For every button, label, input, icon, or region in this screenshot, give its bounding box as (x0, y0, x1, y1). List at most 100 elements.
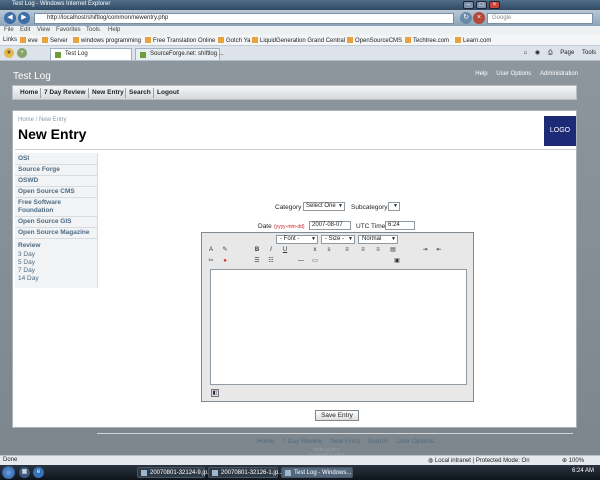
justify-icon[interactable]: ▤ (389, 246, 397, 254)
nav-7-day-review[interactable]: 7 Day Review (44, 89, 86, 96)
nav-new-entry[interactable]: New Entry (92, 89, 124, 96)
zoom-level[interactable]: ⊕ 100% (562, 457, 584, 464)
bold-icon[interactable]: B (253, 246, 261, 254)
subcategory-select[interactable]: ▼ (388, 202, 400, 211)
review-5-day-link[interactable]: 5 Day (18, 259, 35, 266)
maximize-button[interactable]: □ (476, 1, 487, 9)
forward-button[interactable]: ▶ (18, 12, 30, 24)
start-button[interactable] (2, 466, 15, 479)
print-icon[interactable]: ⎙ (548, 50, 553, 56)
link-item[interactable]: OpenSourceCMS (347, 37, 402, 44)
sidebar-item-open-source-cms[interactable]: Open Source CMS (18, 188, 98, 195)
utc-time-input[interactable]: 6:24 (385, 221, 415, 230)
footer-home-link[interactable]: Home (257, 438, 274, 445)
table-icon[interactable]: ▭ (311, 257, 319, 265)
tools-menu[interactable]: Tools (582, 50, 596, 56)
format-select[interactable]: Normal ▼ (358, 235, 398, 244)
address-input[interactable]: http://localhost/shiftlog/common/newentr… (34, 13, 454, 24)
category-select[interactable]: Select One ▼ (303, 202, 345, 211)
menu-file[interactable]: File (4, 27, 14, 33)
indent-icon[interactable]: ⇥ (421, 246, 429, 254)
outdent-icon[interactable]: ⇤ (435, 246, 443, 254)
sidebar: OSI Source Forge OSWD Open Source CMS Fr… (15, 153, 98, 288)
subscript-icon[interactable]: x (311, 246, 319, 254)
underline-icon[interactable]: U (281, 246, 289, 254)
align-center-icon[interactable]: ≡ (359, 246, 367, 254)
review-14-day-link[interactable]: 14 Day (18, 275, 39, 282)
page-title: New Entry (18, 126, 87, 142)
link-item[interactable]: eve (20, 37, 38, 44)
stop-icon[interactable]: × (473, 12, 485, 24)
date-input[interactable]: 2007-08-07 (309, 221, 351, 230)
taskbar-item-image2[interactable]: 20070801-32126-1.jp... (208, 467, 283, 478)
close-button[interactable]: × (489, 1, 500, 9)
footer-user-options-link[interactable]: User Options (396, 438, 434, 445)
footer-new-entry-link[interactable]: New Entry (330, 438, 360, 445)
link-item[interactable]: LiquidGeneration Grand Central (252, 37, 345, 44)
numbered-list-icon[interactable]: ☰ (253, 257, 261, 265)
help-link[interactable]: Help (475, 71, 487, 77)
size-select[interactable]: - Size - ▼ (321, 235, 355, 244)
text-color-icon[interactable]: A (207, 246, 215, 254)
link-item[interactable]: Gotch Ya (218, 37, 250, 44)
save-icon[interactable]: ▣ (393, 257, 401, 265)
sidebar-item-free-software-foundation[interactable]: Free Software Foundation (18, 199, 98, 215)
sidebar-item-open-source-magazine[interactable]: Open Source Magazine (18, 229, 98, 236)
footer-7-day-review-link[interactable]: 7 Day Review (282, 438, 322, 445)
user-options-link[interactable]: User Options (496, 71, 531, 77)
back-button[interactable]: ◀ (4, 12, 16, 24)
feeds-icon[interactable]: ◉ (535, 50, 540, 56)
add-favorite-icon[interactable]: + (17, 48, 27, 58)
footer-search-link[interactable]: Search (368, 438, 389, 445)
minimize-button[interactable]: – (463, 1, 474, 9)
search-input[interactable]: Google (487, 13, 593, 24)
link-item[interactable]: Server (42, 37, 68, 44)
superscript-icon[interactable]: s (325, 246, 333, 254)
align-left-icon[interactable]: ≡ (343, 246, 351, 254)
links-label: Links (3, 37, 18, 43)
administration-link[interactable]: Administration (540, 71, 578, 77)
link-item[interactable]: Techtree.com (405, 37, 449, 44)
taskbar-item-image1[interactable]: 20070801-32124-9.jp... (137, 467, 212, 478)
tab-sourceforge[interactable]: SourceForge.net: shiftlog ... (135, 48, 224, 60)
menu-view[interactable]: View (37, 27, 50, 33)
save-entry-button[interactable]: Save Entry (315, 410, 359, 421)
review-3-day-link[interactable]: 3 Day (18, 251, 35, 258)
align-right-icon[interactable]: ≡ (374, 246, 382, 254)
sidebar-item-source-forge[interactable]: Source Forge (18, 166, 98, 173)
refresh-icon[interactable]: ↻ (460, 12, 472, 24)
page-menu[interactable]: Page (560, 50, 574, 56)
menu-tools[interactable]: Tools (86, 27, 100, 33)
nav-logout[interactable]: Logout (157, 89, 179, 96)
sidebar-item-open-source-gis[interactable]: Open Source GIS (18, 218, 98, 225)
divider (15, 164, 98, 165)
favorites-star-icon[interactable]: ★ (4, 48, 14, 58)
review-7-day-link[interactable]: 7 Day (18, 267, 35, 274)
menu-favorites[interactable]: Favorites (56, 27, 81, 33)
tab-test-log[interactable]: Test Log (50, 48, 132, 60)
highlight-icon[interactable]: ✎ (221, 246, 229, 254)
menu-help[interactable]: Help (108, 27, 120, 33)
italic-icon[interactable]: I (267, 246, 275, 254)
nav-search[interactable]: Search (129, 89, 151, 96)
menu-edit[interactable]: Edit (20, 27, 30, 33)
cut-icon[interactable]: ✂ (207, 257, 215, 265)
window-title: Test Log - Windows Internet Explorer (12, 1, 111, 7)
font-select[interactable]: - Font - ▼ (276, 235, 318, 244)
home-icon[interactable]: ⌂ (524, 50, 528, 56)
undo-icon[interactable]: ● (221, 257, 229, 265)
show-desktop-icon[interactable]: ▦ (19, 467, 30, 478)
chevron-down-icon: ▼ (338, 203, 343, 209)
horizontal-rule-icon[interactable]: — (297, 257, 305, 265)
sidebar-item-osi[interactable]: OSI (18, 155, 98, 162)
link-item[interactable]: Free Translation Online (145, 37, 215, 44)
entry-textarea[interactable] (210, 269, 467, 385)
ie-icon[interactable]: e (33, 467, 44, 478)
sidebar-item-oswd[interactable]: OSWD (18, 177, 98, 184)
link-item[interactable]: windows programming (73, 37, 141, 44)
bullet-list-icon[interactable]: ☷ (267, 257, 275, 265)
html-source-icon[interactable]: ◧ (211, 389, 219, 397)
link-item[interactable]: Learn.com (455, 37, 491, 44)
taskbar-item-browser[interactable]: Test Log - Windows... (281, 467, 353, 478)
nav-home[interactable]: Home (20, 89, 38, 96)
